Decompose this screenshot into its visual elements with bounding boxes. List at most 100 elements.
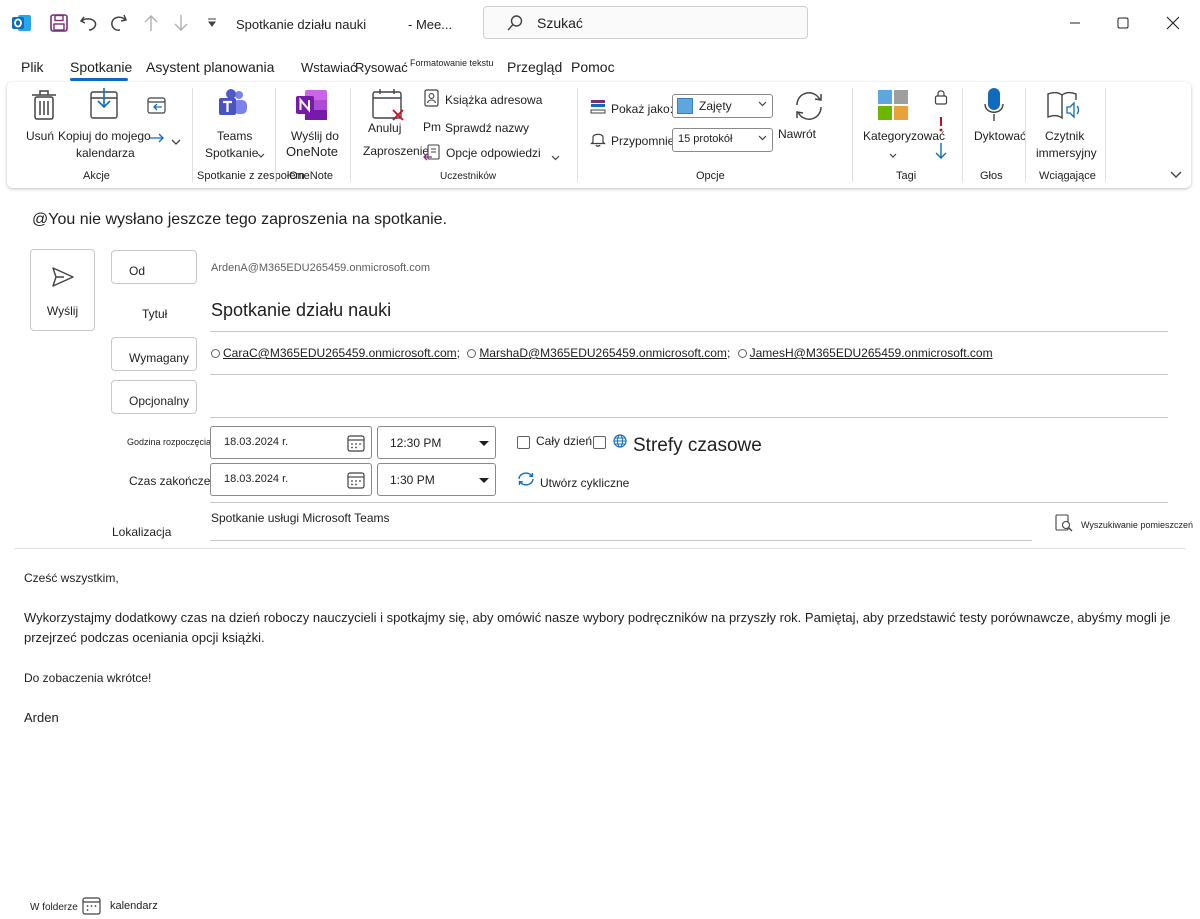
ribbon-tabs: Plik Spotkanie Asystent planowania Wstaw… <box>0 54 1200 81</box>
chevron-down-icon[interactable] <box>171 135 181 149</box>
recurrence-icon[interactable] <box>517 471 535 490</box>
response-options-button[interactable]: Opcje odpowiedzi <box>446 146 541 161</box>
low-importance-icon[interactable] <box>934 142 948 163</box>
calendar-icon[interactable] <box>347 434 365 455</box>
group-voice-label: Głos <box>980 170 1003 182</box>
all-day-checkbox[interactable] <box>517 436 530 449</box>
time-zones-label[interactable]: Strefy czasowe <box>633 435 762 457</box>
check-names-icon[interactable]: Pm <box>423 119 443 136</box>
arrow-up-icon[interactable] <box>140 12 162 34</box>
cancel-line2[interactable]: Zaproszenie <box>363 144 429 159</box>
body-paragraph: Wykorzystajmy dodatkowy czas na dzień ro… <box>24 610 1171 645</box>
show-as-select[interactable]: Zajęty <box>672 94 773 118</box>
start-date-picker[interactable]: 18.03.2024 r. <box>210 426 372 459</box>
end-time-select[interactable]: 1:30 PM <box>377 463 496 496</box>
arrow-right-icon <box>149 132 165 147</box>
start-time-value: 12:30 PM <box>390 436 442 450</box>
required-recipients[interactable]: CaraC@M365EDU265459.onmicrosoft.com; Mar… <box>211 346 993 361</box>
recipient-chip[interactable]: JamesH@M365EDU265459.onmicrosoft.com <box>737 346 993 360</box>
chevron-down-icon[interactable] <box>889 148 897 162</box>
immersive-reader-line1[interactable]: Czytnik <box>1045 129 1084 144</box>
from-value: ArdenA@M365EDU265459.onmicrosoft.com <box>211 262 431 274</box>
send-button[interactable]: Wyślij <box>30 249 95 331</box>
high-importance-icon[interactable] <box>938 116 944 135</box>
recipient-chip[interactable]: MarshaD@M365EDU265459.onmicrosoft.com; <box>467 346 730 360</box>
calendar-arrow-icon[interactable] <box>147 96 167 119</box>
reminder-value: 15 protokół <box>678 133 733 145</box>
optional-button[interactable]: Opcjonalny <box>111 380 197 414</box>
divider <box>210 417 1168 418</box>
tab-review[interactable]: Przegląd <box>507 59 562 75</box>
address-book-icon[interactable] <box>424 89 440 110</box>
title-label: Tytuł <box>142 307 168 321</box>
arrow-down-icon[interactable] <box>170 12 192 34</box>
info-bar: @You nie wysłano jeszcze tego zaproszeni… <box>32 211 448 228</box>
cancel-invitation-icon[interactable] <box>371 88 405 125</box>
close-icon[interactable] <box>1161 12 1185 34</box>
send-to-onenote-line1[interactable]: Wyślij do <box>291 129 339 144</box>
group-onenote-label: OneNote <box>289 170 334 182</box>
minimize-icon[interactable] <box>1063 12 1087 34</box>
tab-meeting[interactable]: Spotkanie <box>70 59 132 75</box>
recurrence-icon[interactable] <box>792 89 826 126</box>
recipient-chip[interactable]: CaraC@M365EDU265459.onmicrosoft.com; <box>211 346 460 360</box>
collapse-ribbon-icon[interactable] <box>1170 168 1182 182</box>
copy-to-calendar-line2[interactable]: kalendarza <box>76 146 135 161</box>
send-icon <box>51 265 75 292</box>
tab-help[interactable]: Pomoc <box>571 59 615 75</box>
tab-insert[interactable]: Wstawiać <box>301 60 357 75</box>
room-finder-button[interactable]: Wyszukiwanie pomieszczeń <box>1081 520 1193 530</box>
group-attendees-label: Uczestników <box>440 171 497 182</box>
tab-draw[interactable]: Rysować <box>355 60 408 75</box>
address-book-button[interactable]: Książka adresowa <box>445 93 542 108</box>
redo-icon[interactable] <box>108 12 130 34</box>
dictate-button[interactable]: Dyktować <box>974 129 1026 144</box>
categorize-button[interactable]: Kategoryzować <box>863 129 945 144</box>
title-input[interactable]: Spotkanie działu nauki <box>211 300 391 321</box>
microphone-icon[interactable] <box>983 87 1005 126</box>
cancel-line1[interactable]: Anuluj <box>368 121 401 136</box>
private-lock-icon[interactable] <box>934 89 948 108</box>
undo-icon[interactable] <box>78 12 100 34</box>
ribbon-separator <box>852 88 853 182</box>
time-zones-checkbox[interactable] <box>593 436 606 449</box>
ribbon-separator <box>962 88 963 182</box>
chevron-down-icon[interactable] <box>551 150 560 164</box>
tab-scheduling-assistant[interactable]: Asystent planowania <box>146 59 274 75</box>
start-time-select[interactable]: 12:30 PM <box>377 426 496 459</box>
end-date-picker[interactable]: 18.03.2024 r. <box>210 463 372 496</box>
required-button[interactable]: Wymagany <box>111 337 197 371</box>
make-recurring-button[interactable]: Utwórz cykliczne <box>540 476 629 490</box>
delete-button[interactable]: Usuń <box>26 129 54 144</box>
immersive-reader-icon[interactable] <box>1046 90 1082 123</box>
save-icon[interactable] <box>48 12 70 34</box>
from-button[interactable]: Od <box>111 250 197 284</box>
immersive-reader-line2[interactable]: immersyjny <box>1036 146 1097 161</box>
show-as-icon <box>590 99 606 118</box>
tab-file[interactable]: Plik <box>21 59 44 75</box>
reminder-select[interactable]: 15 protokół <box>672 128 773 152</box>
delete-icon[interactable] <box>31 89 57 124</box>
presence-icon <box>467 348 477 358</box>
check-names-button[interactable]: Sprawdź nazwy <box>445 121 529 136</box>
tab-format-text[interactable]: Formatowanie tekstu <box>410 58 494 68</box>
chevron-down-icon[interactable] <box>257 148 265 162</box>
send-to-onenote-line2[interactable]: OneNote <box>286 144 338 159</box>
location-input[interactable]: Spotkanie usługi Microsoft Teams <box>211 511 390 525</box>
recipient-address: MarshaD@M365EDU265459.onmicrosoft.com <box>479 346 727 360</box>
room-finder-icon[interactable] <box>1055 514 1073 535</box>
teams-icon[interactable] <box>217 88 249 123</box>
recurrence-button[interactable]: Nawrót <box>778 127 816 142</box>
customize-toolbar-icon[interactable] <box>201 12 223 34</box>
copy-to-calendar-line1[interactable]: Kopiuj do mojego <box>58 129 151 144</box>
onenote-icon[interactable] <box>295 89 329 124</box>
calendar-icon[interactable] <box>347 471 365 492</box>
response-options-icon[interactable] <box>423 144 441 165</box>
teams-meeting-line2[interactable]: Spotkanie <box>205 146 258 161</box>
group-tags-label: Tagi <box>896 170 917 182</box>
search-box[interactable]: Szukać <box>483 6 808 39</box>
categorize-icon[interactable] <box>877 89 909 124</box>
teams-meeting-line1[interactable]: Teams <box>217 129 252 144</box>
copy-to-calendar-icon[interactable] <box>89 87 121 124</box>
maximize-icon[interactable] <box>1111 12 1135 34</box>
